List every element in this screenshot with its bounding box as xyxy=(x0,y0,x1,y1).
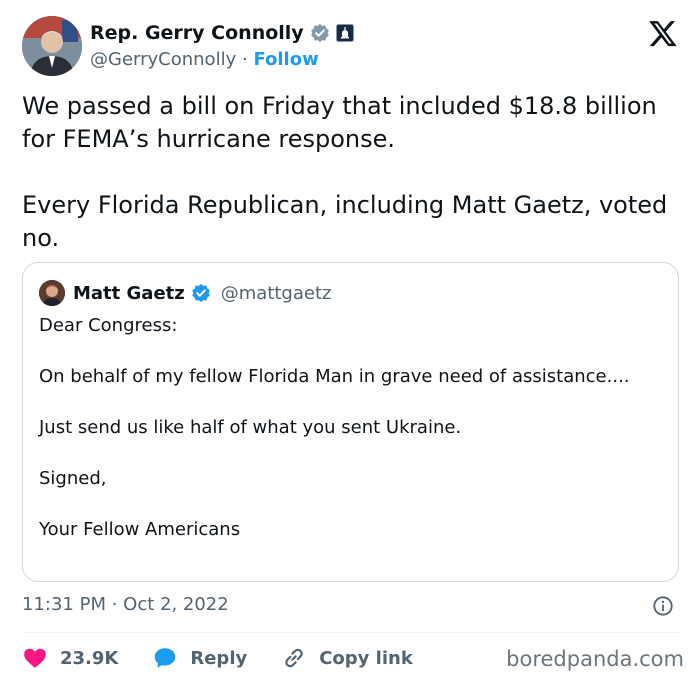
heart-icon xyxy=(24,648,46,668)
quoted-tweet-line: Signed, xyxy=(39,468,107,489)
quoted-tweet-line: Just send us like half of what you sent … xyxy=(39,417,462,438)
verified-badge-icon xyxy=(191,283,210,303)
reply-label: Reply xyxy=(190,647,248,669)
copy-link-label: Copy link xyxy=(319,647,413,669)
divider xyxy=(22,632,679,633)
author-handle[interactable]: @GerryConnolly xyxy=(90,49,236,70)
author-avatar[interactable] xyxy=(22,16,82,76)
x-logo-icon[interactable] xyxy=(648,18,678,48)
quoted-tweet-header: Matt Gaetz @mattgaetz xyxy=(39,280,331,306)
tweet-actions: 23.9K Reply Copy link xyxy=(22,645,447,671)
tweet-timestamp[interactable]: 11:31 PM · Oct 2, 2022 xyxy=(22,594,229,615)
quoted-author-handle[interactable]: @mattgaetz xyxy=(221,283,332,304)
quoted-author-display-name[interactable]: Matt Gaetz xyxy=(73,283,185,304)
like-count: 23.9K xyxy=(60,647,119,669)
reply-bubble-icon xyxy=(155,648,176,668)
quoted-tweet-line: Dear Congress: xyxy=(39,315,178,336)
copy-link-button[interactable]: Copy link xyxy=(281,645,413,671)
link-icon xyxy=(285,648,303,668)
handle-separator: · xyxy=(241,49,248,70)
tweet-text: We passed a bill on Friday that included… xyxy=(22,90,672,255)
quoted-author-avatar[interactable] xyxy=(39,280,65,306)
verified-badge-icon xyxy=(310,23,329,43)
reply-button[interactable]: Reply xyxy=(152,645,247,671)
like-button[interactable]: 23.9K xyxy=(22,645,118,671)
tweet-paragraph: Every Florida Republican, including Matt… xyxy=(22,191,668,252)
info-icon[interactable] xyxy=(652,595,674,617)
tweet-header: Rep. Gerry Connolly @GerryConnolly · Fol… xyxy=(22,16,682,80)
author-display-name[interactable]: Rep. Gerry Connolly xyxy=(90,22,304,44)
quoted-tweet-line: Your Fellow Americans xyxy=(39,519,241,540)
tweet-paragraph: We passed a bill on Friday that included… xyxy=(22,92,657,153)
author-handle-row: @GerryConnolly · Follow xyxy=(90,49,319,70)
quoted-tweet[interactable]: Matt Gaetz @mattgaetz Dear Congress: On … xyxy=(22,262,679,582)
government-badge-icon xyxy=(335,24,354,42)
watermark: boredpanda.com xyxy=(506,647,684,671)
quoted-tweet-line: On behalf of my fellow Florida Man in gr… xyxy=(39,366,630,387)
follow-button[interactable]: Follow xyxy=(253,49,318,70)
quoted-tweet-body: Dear Congress: On behalf of my fellow Fl… xyxy=(39,313,659,543)
